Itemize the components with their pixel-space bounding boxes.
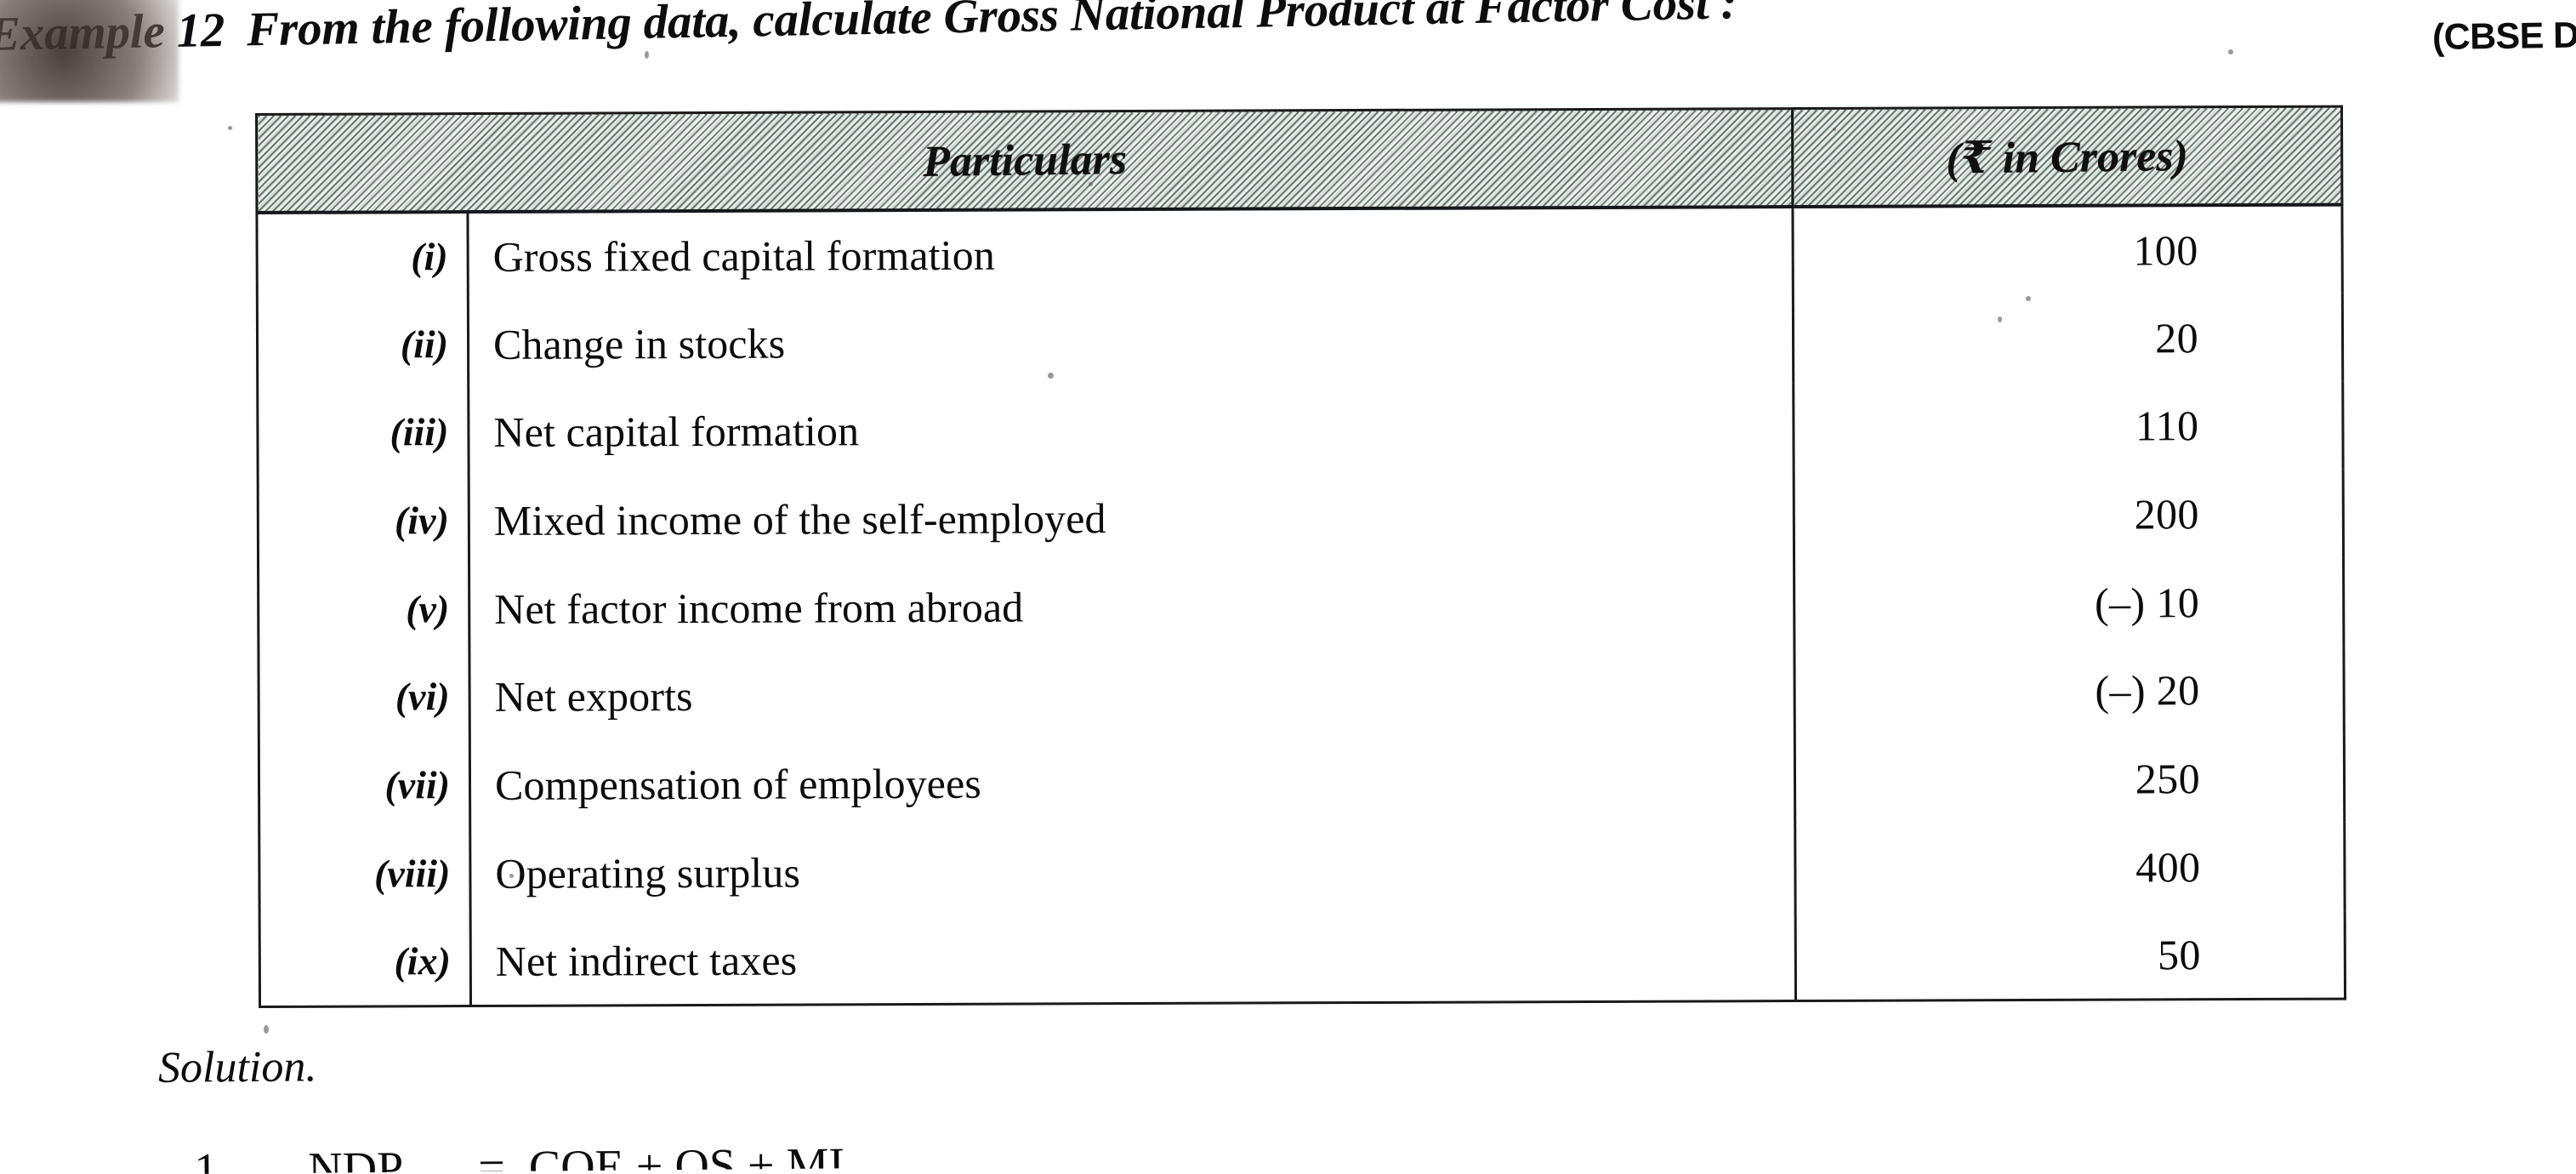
row-item: Net capital formation <box>493 407 860 457</box>
scan-speck <box>264 1025 269 1034</box>
row-value: 400 <box>1794 822 2346 913</box>
column-header-value-label: (₹ in Crores) <box>1946 131 2189 184</box>
table-header: Particulars (₹ in Crores) <box>256 106 2342 213</box>
table-row: (vi) Net exports (–) 20 <box>258 646 2345 743</box>
row-index: (iii) <box>257 388 469 478</box>
row-index: (viii) <box>259 829 471 919</box>
row-index: (vi) <box>258 653 470 743</box>
data-table-container: Particulars (₹ in Crores) (i) Gross fixe… <box>255 105 2347 1008</box>
row-item: Net factor income from abroad <box>494 583 1024 633</box>
row-item: Operating surplus <box>495 848 801 898</box>
column-header-particulars: Particulars <box>256 108 1793 213</box>
solution-step-equals: = <box>477 1141 506 1174</box>
row-index: (v) <box>258 564 469 654</box>
row-value: 110 <box>1793 381 2344 472</box>
table-row: (iii) Net capital formation 110 <box>257 381 2344 478</box>
row-index: (i) <box>256 212 469 301</box>
table-row: (viii) Operating surplus 400 <box>259 822 2346 919</box>
solution-step-rhs: COE + OS + MI <box>528 1138 845 1174</box>
row-value: (–) 10 <box>1794 557 2344 648</box>
solution-step-lhs: NDP <box>307 1142 404 1174</box>
solution-step-inner: 1. NDP = COE + OS + MI <box>194 1137 1299 1174</box>
row-item: Gross fixed capital formation <box>492 231 995 281</box>
row-item: Change in stocks <box>492 319 786 368</box>
table-row: (vii) Compensation of employees 250 <box>259 733 2345 831</box>
example-question-text: From the following data, calculate Gross… <box>246 0 1737 57</box>
row-item: Net exports <box>494 672 693 721</box>
table-row: (iv) Mixed income of the self-employed 2… <box>258 469 2344 566</box>
table-row: (v) Net factor income from abroad (–) 10 <box>258 557 2344 654</box>
source-attribution: (CBSE D <box>2431 14 2576 58</box>
column-header-value: (₹ in Crores) <box>1792 106 2342 208</box>
row-value: 20 <box>1793 293 2343 384</box>
row-index: (ix) <box>259 917 471 1007</box>
row-value: 250 <box>1794 733 2345 825</box>
table-body: (i) Gross fixed capital formation 100 (i… <box>256 204 2346 1007</box>
row-item: Mixed income of the self-employed <box>493 494 1106 544</box>
example-heading-row: Example 12 From the following data, calcu… <box>0 0 2576 102</box>
row-index: (iv) <box>258 476 469 566</box>
solution-step-number: 1. <box>194 1143 230 1174</box>
particulars-table: Particulars (₹ in Crores) (i) Gross fixe… <box>255 105 2347 1008</box>
table-row: (i) Gross fixed capital formation 100 <box>256 204 2343 301</box>
table-row: (ii) Change in stocks 20 <box>257 293 2343 390</box>
example-number-label: Example 12 <box>0 3 225 61</box>
row-value: (–) 20 <box>1794 646 2345 737</box>
row-value: 200 <box>1794 469 2344 560</box>
page-title: Example 12 From the following data, calcu… <box>0 0 1737 62</box>
solution-step-line: 1. NDP = COE + OS + MI <box>194 1137 1299 1174</box>
row-value: 50 <box>1795 910 2346 1001</box>
table-row: (ix) Net indirect taxes 50 <box>259 910 2346 1007</box>
solution-label: Solution. <box>157 1042 317 1092</box>
row-item: Net indirect taxes <box>495 936 798 985</box>
row-index: (vii) <box>259 741 470 831</box>
row-value: 100 <box>1792 204 2343 295</box>
column-header-particulars-label: Particulars <box>922 134 1127 186</box>
scan-speck <box>228 126 232 130</box>
row-index: (ii) <box>257 299 469 390</box>
table-header-row: Particulars (₹ in Crores) <box>256 106 2342 213</box>
row-item: Compensation of employees <box>494 759 981 810</box>
